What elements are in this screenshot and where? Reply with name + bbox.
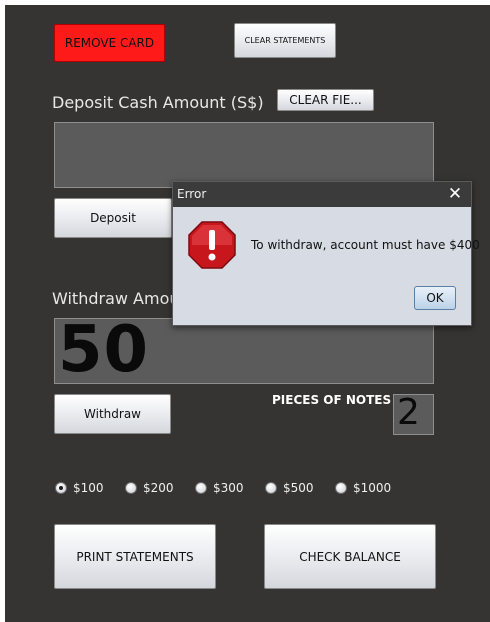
radio-circle[interactable] bbox=[195, 482, 207, 494]
radio-circle[interactable] bbox=[335, 482, 347, 494]
radio-label: $1000 bbox=[353, 481, 392, 495]
clear-fields-button[interactable]: CLEAR FIE... bbox=[277, 89, 374, 111]
deposit-amount-field[interactable] bbox=[54, 122, 434, 188]
radio-label: $500 bbox=[283, 481, 314, 495]
radio-label: $100 bbox=[73, 481, 104, 495]
remove-card-button[interactable]: REMOVE CARD bbox=[54, 24, 165, 62]
denomination-radio-1000[interactable]: $1000 bbox=[335, 480, 391, 496]
clear-statements-button[interactable]: CLEAR STATEMENTS bbox=[234, 23, 336, 58]
dialog-message: To withdraw, account must have $400 bbox=[251, 238, 480, 252]
denomination-radio-300[interactable]: $300 bbox=[195, 480, 244, 496]
withdraw-button[interactable]: Withdraw bbox=[54, 394, 171, 434]
deposit-button[interactable]: Deposit bbox=[54, 198, 172, 238]
withdraw-amount-label: Withdraw Amou bbox=[52, 289, 180, 308]
radio-label: $200 bbox=[143, 481, 174, 495]
dialog-title: Error bbox=[177, 187, 207, 201]
pieces-of-notes-value: 2 bbox=[397, 392, 420, 433]
denomination-radio-500[interactable]: $500 bbox=[265, 480, 314, 496]
pieces-of-notes-field[interactable]: 2 bbox=[393, 392, 434, 435]
close-icon[interactable]: ✕ bbox=[447, 185, 463, 203]
dialog-titlebar[interactable]: Error ✕ bbox=[173, 182, 471, 207]
print-statements-button[interactable]: PRINT STATEMENTS bbox=[54, 524, 216, 589]
denomination-radio-100[interactable]: $100 bbox=[55, 480, 104, 496]
radio-circle[interactable] bbox=[125, 482, 137, 494]
denomination-radio-group: $100 $200 $300 $500 $1000 bbox=[55, 480, 455, 496]
ok-button[interactable]: OK bbox=[414, 286, 456, 310]
pieces-of-notes-label: PIECES OF NOTES bbox=[272, 393, 392, 407]
withdraw-amount-field[interactable]: 50 bbox=[54, 313, 434, 387]
withdraw-amount-value: 50 bbox=[58, 313, 150, 387]
deposit-amount-label: Deposit Cash Amount (S$) bbox=[52, 93, 264, 112]
radio-circle[interactable] bbox=[265, 482, 277, 494]
error-stop-icon bbox=[188, 221, 236, 269]
radio-label: $300 bbox=[213, 481, 244, 495]
error-dialog: Error ✕ To withdraw, account must have $… bbox=[172, 181, 480, 326]
check-balance-button[interactable]: CHECK BALANCE bbox=[264, 524, 436, 589]
radio-circle[interactable] bbox=[55, 482, 67, 494]
denomination-radio-200[interactable]: $200 bbox=[125, 480, 174, 496]
